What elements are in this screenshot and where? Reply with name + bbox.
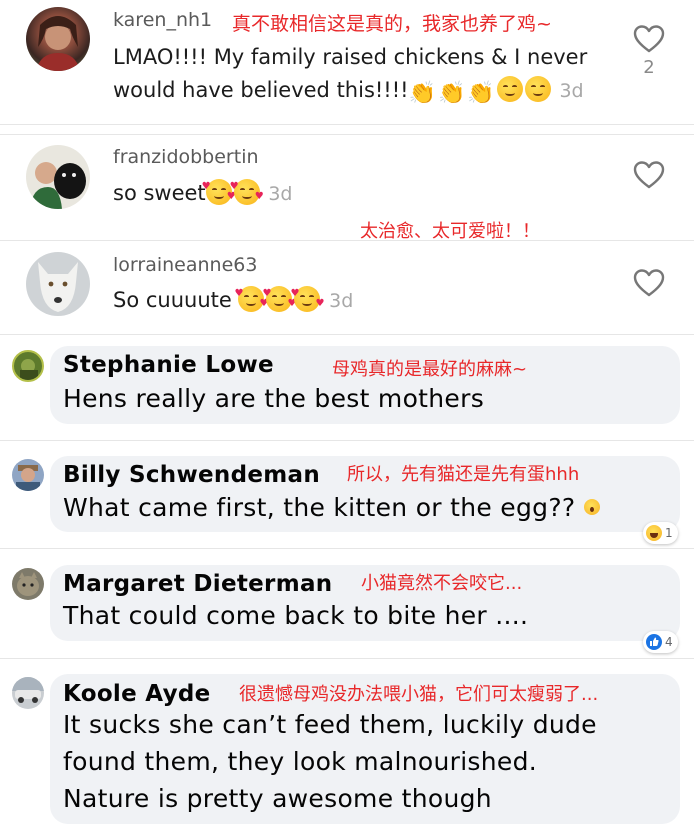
avatar[interactable] bbox=[26, 7, 90, 71]
haha-reaction-icon bbox=[646, 525, 662, 541]
translation-text: 很遗憾母鸡没办法喂小猫，它们可太瘦弱了... bbox=[239, 684, 599, 705]
avatar[interactable] bbox=[26, 145, 90, 209]
comment-text: That could come back to bite her .... bbox=[63, 601, 529, 630]
heart-icon[interactable] bbox=[633, 24, 665, 54]
heart-icon[interactable] bbox=[633, 160, 665, 190]
translation-text: 小猫竟然不会咬它... bbox=[361, 573, 523, 594]
comment-text: would have believed this!!!!👏👏👏 3d bbox=[113, 73, 584, 111]
comment-text: So cuuuute bbox=[113, 288, 239, 312]
comment-text: What came first, the kitten or the egg?? bbox=[63, 489, 600, 526]
divider bbox=[0, 334, 694, 335]
smiling-face-with-hearts-icon: ♥ ♥ bbox=[202, 179, 236, 205]
comment-text: so sweet ♥ ♥ ♥ ♥ 3d bbox=[113, 176, 293, 211]
clapping-hands-icon: 👏 bbox=[408, 81, 436, 106]
username[interactable]: karen_nh1 bbox=[113, 9, 212, 31]
avatar-photo bbox=[30, 162, 86, 209]
divider bbox=[0, 658, 694, 659]
reaction-count: 4 bbox=[665, 635, 673, 649]
clapping-hands-icon: 👏 bbox=[437, 81, 466, 106]
translation-text: 真不敢相信这是真的，我家也养了鸡~ bbox=[232, 13, 552, 35]
comment-text-line2: would have believed this!!!! bbox=[113, 78, 409, 102]
commenter-name[interactable]: Stephanie Lowe bbox=[63, 352, 274, 378]
comment-text-line1: It sucks she can’t feed them, luckily du… bbox=[63, 710, 597, 739]
comment-text: so sweet bbox=[113, 181, 206, 205]
comment-time: 3d bbox=[329, 290, 354, 312]
divider bbox=[0, 440, 694, 441]
avatar-photo bbox=[17, 572, 39, 596]
wow-emoji-icon bbox=[583, 499, 600, 515]
smiling-face-with-hearts-icon: ♥ ♥ bbox=[230, 179, 264, 205]
divider bbox=[0, 124, 694, 125]
avatar[interactable] bbox=[12, 350, 44, 382]
comment-text: So cuuuute ♥ ♥ ♥ ♥ ♥ ♥ 3d bbox=[113, 283, 353, 318]
reaction-badge[interactable]: 4 bbox=[643, 631, 678, 653]
avatar-photo bbox=[16, 465, 40, 491]
divider bbox=[0, 134, 694, 135]
avatar[interactable] bbox=[12, 459, 44, 491]
commenter-name[interactable]: Margaret Dieterman bbox=[63, 571, 332, 597]
commenter-name[interactable]: Koole Ayde bbox=[63, 681, 211, 707]
comment-text-line2: found them, they look malnourished. bbox=[63, 747, 538, 776]
reaction-badge[interactable]: 1 bbox=[643, 522, 678, 544]
divider bbox=[0, 240, 694, 241]
avatar-photo bbox=[38, 262, 78, 312]
smiling-face-with-hearts-icon: ♥ ♥ bbox=[234, 286, 268, 312]
comment-time: 3d bbox=[559, 80, 584, 102]
username[interactable]: lorraineanne63 bbox=[113, 254, 257, 276]
divider bbox=[0, 548, 694, 549]
avatar[interactable] bbox=[12, 568, 44, 600]
heart-icon[interactable] bbox=[633, 268, 665, 298]
smiling-face-with-hearts-icon: ♥ ♥ bbox=[290, 286, 324, 312]
translation-text: 母鸡真的是最好的麻麻~ bbox=[332, 359, 528, 380]
avatar[interactable] bbox=[12, 677, 44, 709]
comment-text-line1: LMAO!!!! My family raised chickens & I n… bbox=[113, 45, 588, 69]
avatar-photo bbox=[36, 16, 80, 71]
translation-text: 所以，先有猫还是先有蛋hhh bbox=[347, 464, 580, 485]
avatar[interactable] bbox=[26, 252, 90, 316]
like-count: 2 bbox=[643, 57, 655, 78]
clapping-hands-icon: 👏 bbox=[467, 81, 495, 106]
reaction-count: 1 bbox=[665, 526, 673, 540]
username[interactable]: franzidobbertin bbox=[113, 146, 259, 168]
comment-text: Hens really are the best mothers bbox=[63, 384, 485, 413]
commenter-name[interactable]: Billy Schwendeman bbox=[63, 462, 320, 488]
comment-time: 3d bbox=[268, 183, 293, 205]
avatar-photo bbox=[20, 359, 38, 380]
comment-text: What came first, the kitten or the egg?? bbox=[63, 493, 576, 522]
smiling-face-with-hearts-icon: ♥ ♥ bbox=[262, 286, 296, 312]
comment-text: LMAO!!!! My family raised chickens & I n… bbox=[113, 40, 587, 74]
smiling-face-icon bbox=[524, 76, 551, 102]
comment-text-line3: Nature is pretty awesome though bbox=[63, 784, 492, 813]
hugging-face-icon bbox=[496, 76, 523, 102]
like-reaction-icon bbox=[646, 634, 662, 650]
avatar-photo bbox=[12, 677, 44, 703]
